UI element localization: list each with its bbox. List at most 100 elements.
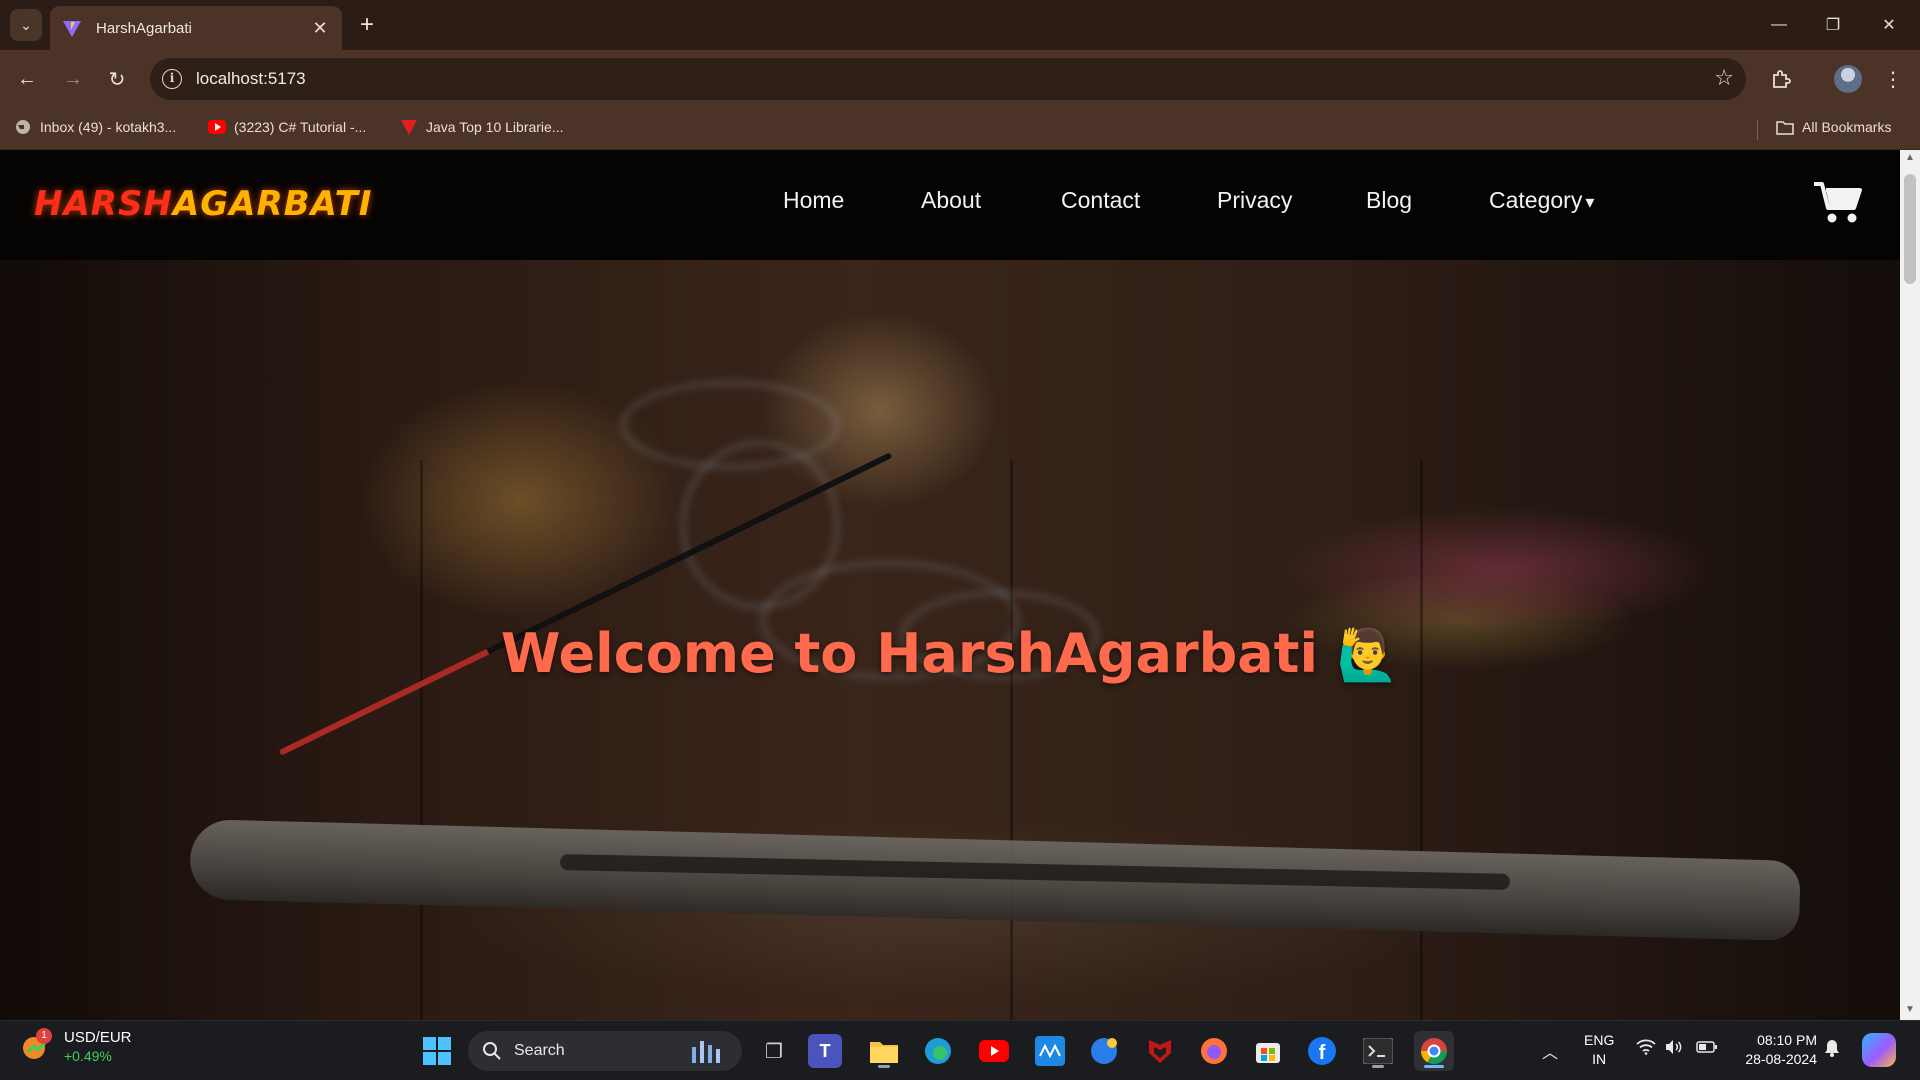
youtube-icon (208, 118, 226, 136)
vite-icon (63, 21, 81, 37)
hero-banner: Welcome to HarshAgarbati 🙋‍♂️ (0, 260, 1900, 1020)
all-bookmarks-label: All Bookmarks (1802, 119, 1892, 135)
search-highlight-icon (692, 1041, 720, 1063)
running-indicator (878, 1065, 890, 1068)
store-app[interactable] (1248, 1031, 1288, 1071)
bookmark-item[interactable]: Inbox (49) - kotakh3... (14, 118, 176, 136)
all-bookmarks-button[interactable]: All Bookmarks (1776, 118, 1891, 136)
reload-button[interactable]: ↻ (100, 62, 134, 96)
caret-down-icon: ▾ (1585, 192, 1595, 212)
nav-about[interactable]: About (921, 187, 981, 214)
notification-bell-icon[interactable] (1824, 1039, 1840, 1062)
extensions-button[interactable] (1764, 62, 1798, 96)
nav-contact[interactable]: Contact (1061, 187, 1140, 214)
scroll-up-icon[interactable]: ▲ (1904, 152, 1916, 164)
globe-icon (14, 118, 32, 136)
task-view-icon: ❐ (765, 1040, 783, 1063)
background-plank-seam (1010, 460, 1013, 1020)
edge-app[interactable] (918, 1031, 958, 1071)
youtube-app[interactable] (974, 1031, 1014, 1071)
chrome-app[interactable] (1414, 1031, 1454, 1071)
teams-icon: T (819, 1040, 831, 1061)
bookmarks-bar: Inbox (49) - kotakh3... (3223) C# Tutori… (0, 108, 1920, 150)
bookmark-item[interactable]: (3223) C# Tutorial -... (208, 118, 366, 136)
background-plank-seam (1420, 460, 1423, 1020)
language-indicator[interactable]: ENG IN (1584, 1031, 1614, 1069)
clock-time: 08:10 PM (1757, 1032, 1817, 1048)
currency-change: +0.49% (64, 1048, 112, 1064)
arrow-left-icon: ← (17, 67, 37, 90)
cart-icon[interactable] (1812, 180, 1864, 226)
mcafee-app[interactable] (1140, 1031, 1180, 1071)
file-explorer-app[interactable] (864, 1031, 904, 1071)
firefox-icon (1201, 1038, 1227, 1064)
teams-app[interactable]: T (808, 1034, 842, 1068)
search-icon (483, 1042, 501, 1060)
logo-part-agarbati: AGARBATI (172, 184, 373, 224)
help-app[interactable] (1084, 1031, 1124, 1071)
hero-title-text: Welcome to HarshAgarbati (500, 622, 1318, 685)
restore-button[interactable]: ❐ (1810, 8, 1856, 42)
bookmark-item[interactable]: Java Top 10 Librarie... (400, 118, 564, 136)
language-code: ENG (1584, 1032, 1615, 1048)
copilot-icon[interactable] (1862, 1033, 1896, 1067)
store-icon (1256, 1043, 1280, 1063)
volume-icon[interactable] (1664, 1039, 1684, 1060)
arrow-right-icon: → (63, 67, 83, 90)
bookmark-label: Inbox (49) - kotakh3... (40, 119, 177, 135)
mhp-icon (1035, 1036, 1065, 1066)
bookmark-label: Java Top 10 Librarie... (426, 119, 564, 135)
folder-icon (1776, 118, 1794, 136)
terminal-app[interactable] (1358, 1031, 1398, 1071)
wifi-icon[interactable] (1636, 1039, 1656, 1060)
browser-titlebar: ⌄ HarshAgarbati ✕ + — ❐ ✕ (0, 0, 1920, 50)
active-indicator (1424, 1065, 1444, 1068)
chrome-icon (1420, 1038, 1448, 1065)
scroll-down-icon[interactable]: ▼ (1904, 1004, 1916, 1016)
task-view-button[interactable]: ❐ (754, 1031, 794, 1071)
profile-avatar[interactable] (1834, 65, 1862, 93)
site-navbar: HARSHAGARBATI Home About Contact Privacy… (0, 150, 1900, 260)
site-logo[interactable]: HARSHAGARBATI (34, 184, 372, 224)
background-plank-seam (420, 460, 423, 1020)
notification-badge: 1 (36, 1027, 52, 1044)
waving-person-icon: 🙋‍♂️ (1336, 626, 1400, 684)
vite-icon (400, 118, 418, 136)
taskbar-search[interactable]: Search (468, 1031, 742, 1071)
close-window-button[interactable]: ✕ (1866, 8, 1912, 42)
reload-icon: ↻ (108, 68, 126, 91)
youtube-icon (979, 1040, 1009, 1062)
search-placeholder: Search (514, 1042, 565, 1059)
edge-icon (925, 1038, 951, 1064)
clock-date: 28-08-2024 (1745, 1051, 1817, 1067)
mhp-app[interactable] (1030, 1031, 1070, 1071)
browser-menu-button[interactable]: ⋮ (1876, 62, 1910, 96)
nav-home[interactable]: Home (783, 187, 844, 214)
battery-icon[interactable] (1696, 1039, 1718, 1059)
bookmark-star-icon[interactable]: ☆ (1714, 65, 1734, 91)
minimize-button[interactable]: — (1756, 8, 1802, 42)
facebook-app[interactable]: f (1302, 1031, 1342, 1071)
address-bar[interactable]: i localhost:5173 ☆ (150, 58, 1746, 100)
svg-text:f: f (1319, 1042, 1326, 1064)
nav-category-dropdown[interactable]: Category ▾ (1489, 187, 1594, 214)
folder-icon (870, 1042, 898, 1063)
puzzle-icon (1773, 70, 1791, 88)
new-tab-button[interactable]: + (352, 10, 382, 40)
forward-button[interactable]: → (56, 62, 90, 96)
market-widget-icon: 1 (20, 1027, 54, 1064)
system-clock[interactable]: 08:10 PM 28-08-2024 (1735, 1031, 1817, 1069)
tab-close-icon[interactable]: ✕ (310, 18, 330, 39)
tab-search-button[interactable]: ⌄ (10, 9, 42, 41)
firefox-app[interactable] (1194, 1031, 1234, 1071)
start-button[interactable] (417, 1031, 457, 1071)
page-scrollbar[interactable]: ▲ ▼ (1900, 150, 1920, 1020)
nav-blog[interactable]: Blog (1366, 187, 1412, 214)
scrollbar-thumb[interactable] (1904, 174, 1916, 284)
back-button[interactable]: ← (10, 62, 44, 96)
site-info-icon[interactable]: i (162, 69, 182, 89)
browser-tab-active[interactable]: HarshAgarbati ✕ (50, 6, 342, 50)
chevron-up-icon[interactable]: ︿ (1542, 1039, 1558, 1063)
nav-privacy[interactable]: Privacy (1217, 187, 1292, 214)
currency-widget[interactable]: 1 USD/EUR +0.49% (20, 1027, 132, 1064)
